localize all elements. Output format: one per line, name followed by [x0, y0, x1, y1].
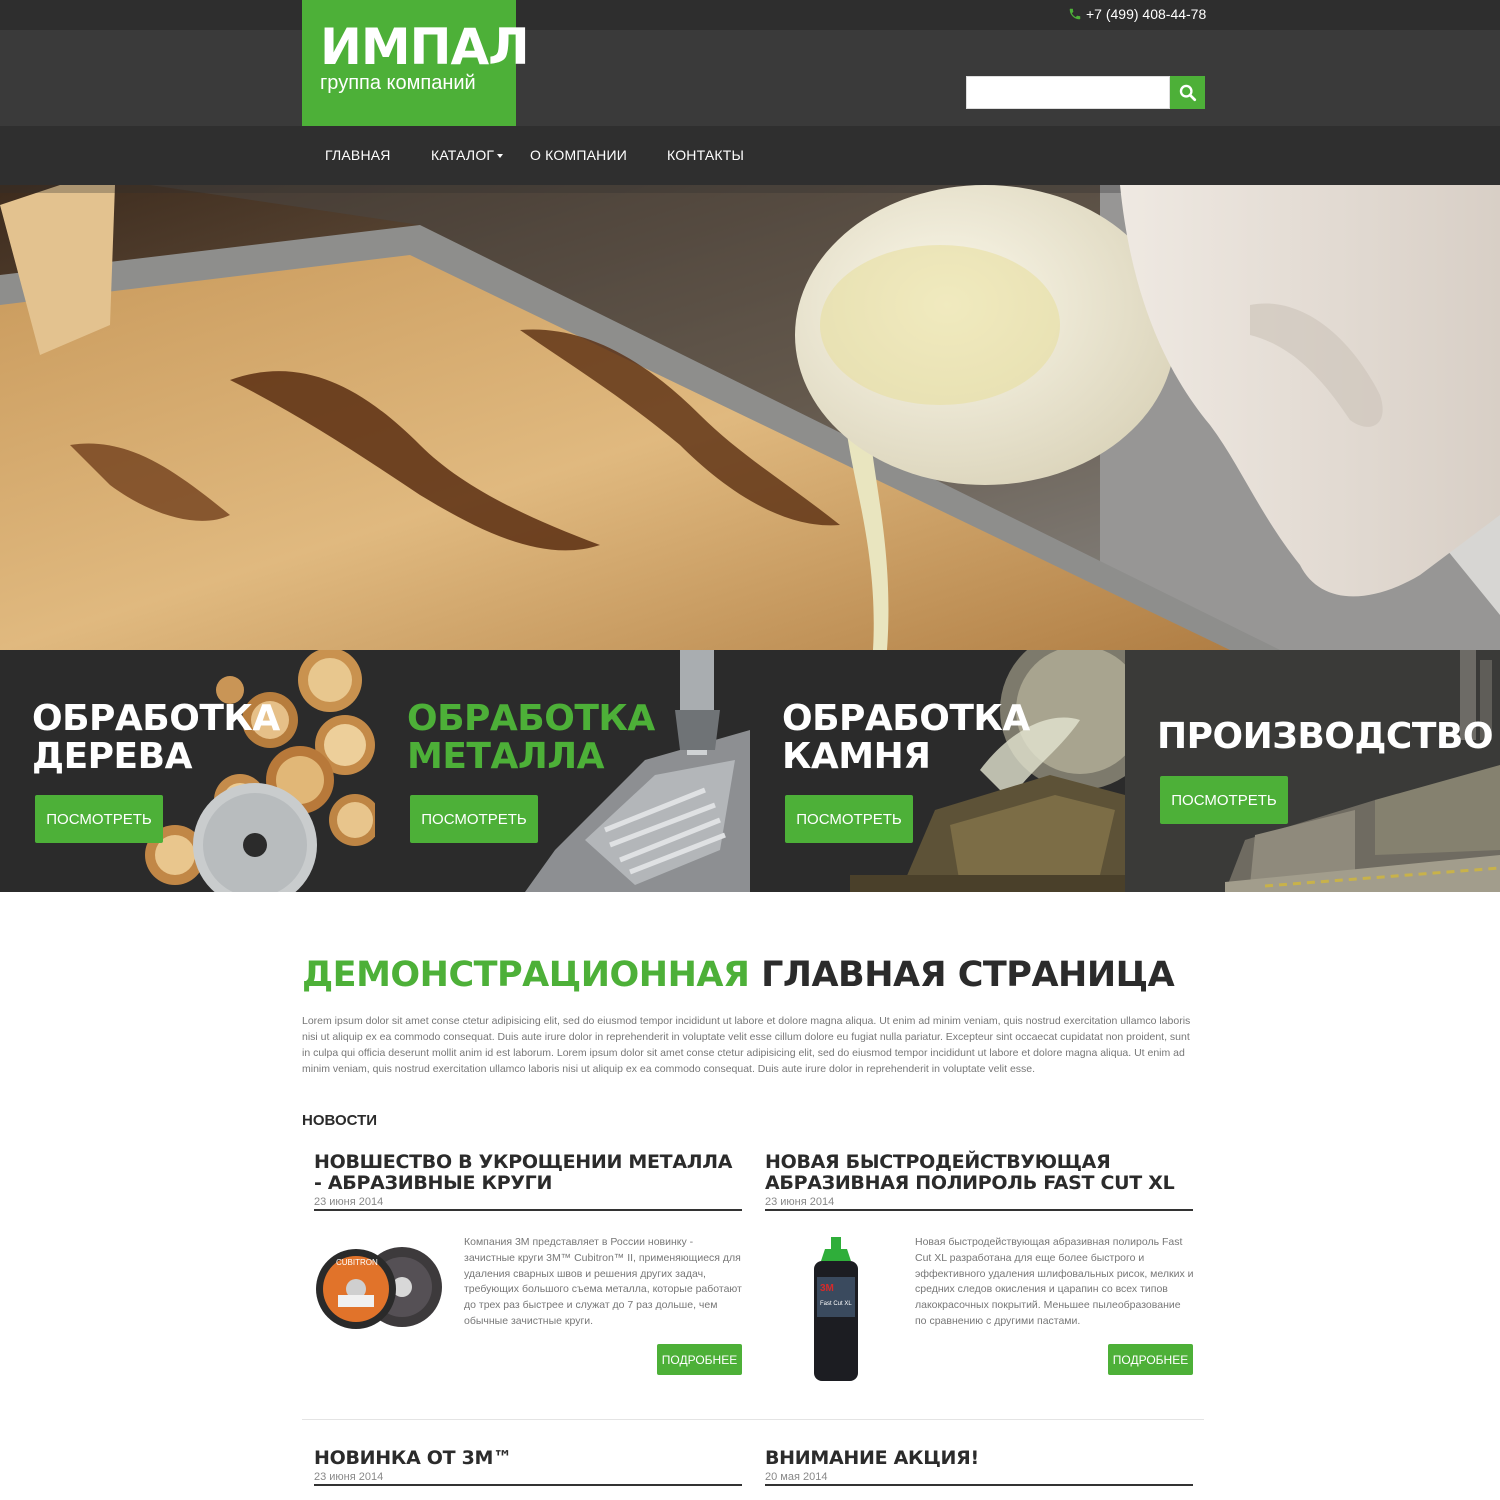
news-title[interactable]: НОВАЯ БЫСТРОДЕЙСТВУЮЩАЯ АБРАЗИВНАЯ ПОЛИР… — [765, 1152, 1193, 1194]
news-item: НОВИНКА ОТ 3M™ 23 июня 2014 — [314, 1448, 742, 1486]
news-text: Компания 3М представляет в России новинк… — [464, 1236, 742, 1327]
caret-down-icon — [497, 154, 504, 159]
top-strip: +7 (499) 408-44-78 — [0, 0, 1500, 30]
tile-stone[interactable]: ОБРАБОТКА КАМНЯ ПОСМОТРЕТЬ — [750, 650, 1125, 892]
news-item: НОВШЕСТВО В УКРОЩЕНИИ МЕТАЛЛА - АБРАЗИВН… — [314, 1152, 742, 1375]
tile-wood-title: ОБРАБОТКА ДЕРЕВА — [32, 700, 280, 776]
nav-item-home[interactable]: ГЛАВНАЯ — [325, 147, 391, 163]
tile-production-line1: ПРОИЗВОДСТВО — [1157, 716, 1493, 757]
tile-wood-line1: ОБРАБОТКА — [32, 698, 280, 739]
tile-stone-button[interactable]: ПОСМОТРЕТЬ — [785, 795, 913, 843]
news-divider — [314, 1209, 742, 1211]
news-item: ВНИМАНИЕ АКЦИЯ! 20 мая 2014 — [765, 1448, 1193, 1486]
search-icon — [1179, 84, 1196, 101]
news-more-button[interactable]: ПОДРОБНЕЕ — [1108, 1344, 1193, 1375]
phone-icon — [1069, 8, 1081, 20]
news-date: 23 июня 2014 — [765, 1196, 835, 1208]
logo[interactable]: ИМПАЛ группа компаний — [302, 0, 530, 126]
news-divider — [765, 1209, 1193, 1211]
header — [0, 30, 1500, 126]
news-item: НОВАЯ БЫСТРОДЕЙСТВУЮЩАЯ АБРАЗИВНАЯ ПОЛИР… — [765, 1152, 1194, 1381]
tile-production-title: ПРОИЗВОДСТВО — [1157, 718, 1493, 756]
news-title[interactable]: НОВИНКА ОТ 3M™ — [314, 1448, 742, 1469]
page-title-dark: ГЛАВНАЯ СТРАНИЦА — [761, 955, 1175, 995]
hero-image — [0, 185, 1500, 650]
news-more-button[interactable]: ПОДРОБНЕЕ — [657, 1344, 742, 1375]
news-section-label: НОВОСТИ — [302, 1112, 378, 1129]
disc-label: CUBITRON — [336, 1258, 378, 1267]
tile-metal-title: ОБРАБОТКА МЕТАЛЛА — [407, 700, 655, 776]
logo-title: ИМПАЛ — [320, 18, 530, 76]
nav-item-catalog-label: КАТАЛОГ — [431, 147, 495, 163]
tile-wood-button[interactable]: ПОСМОТРЕТЬ — [35, 795, 163, 843]
tile-stone-line2: КАМНЯ — [782, 736, 931, 777]
bottle-brand: 3M — [820, 1283, 834, 1294]
news-divider — [765, 1484, 1193, 1486]
news-divider — [314, 1484, 742, 1486]
nav-item-catalog[interactable]: КАТАЛОГ — [431, 147, 504, 163]
production-image — [1125, 650, 1500, 892]
abrasive-discs-image: CUBITRON — [316, 1247, 442, 1329]
search-form — [966, 76, 1205, 109]
tile-metal-button[interactable]: ПОСМОТРЕТЬ — [410, 795, 538, 843]
tile-metal-line2: МЕТАЛЛА — [407, 736, 604, 777]
tile-production-button[interactable]: ПОСМОТРЕТЬ — [1160, 776, 1288, 824]
hero-banner — [0, 185, 1500, 650]
news-title[interactable]: НОВШЕСТВО В УКРОЩЕНИИ МЕТАЛЛА - АБРАЗИВН… — [314, 1152, 742, 1194]
tile-metal-line1: ОБРАБОТКА — [407, 698, 655, 739]
news-date: 20 мая 2014 — [765, 1471, 828, 1483]
news-date: 23 июня 2014 — [314, 1471, 384, 1483]
header-phone[interactable]: +7 (499) 408-44-78 — [1068, 6, 1206, 22]
page-title-green: ДЕМОНСТРАЦИОННАЯ — [302, 955, 750, 995]
news-text: Новая быстродействующая абразивная полир… — [915, 1236, 1194, 1327]
polish-bottle-image: 3M Fast Cut XL — [814, 1237, 858, 1381]
tile-wood[interactable]: ОБРАБОТКА ДЕРЕВА ПОСМОТРЕТЬ — [0, 650, 375, 892]
news-date: 23 июня 2014 — [314, 1196, 384, 1208]
news-row-divider — [302, 1419, 1204, 1420]
tile-stone-title: ОБРАБОТКА КАМНЯ — [782, 700, 1030, 776]
bottle-label: Fast Cut XL — [820, 1301, 852, 1307]
nav-item-about[interactable]: О КОМПАНИИ — [530, 147, 627, 163]
main-nav: ГЛАВНАЯ КАТАЛОГ О КОМПАНИИ КОНТАКТЫ — [0, 126, 1500, 185]
page-title: ДЕМОНСТРАЦИОННАЯ ГЛАВНАЯ СТРАНИЦА — [302, 955, 1175, 995]
logo-subtitle: группа компаний — [320, 72, 476, 94]
tile-wood-line2: ДЕРЕВА — [32, 736, 192, 777]
phone-number: +7 (499) 408-44-78 — [1086, 6, 1207, 22]
intro-text: Lorem ipsum dolor sit amet conse ctetur … — [302, 1015, 1191, 1075]
search-button[interactable] — [1170, 76, 1205, 109]
tile-production[interactable]: ПРОИЗВОДСТВО ПОСМОТРЕТЬ — [1125, 650, 1500, 892]
search-input[interactable] — [966, 76, 1170, 109]
nav-item-contacts[interactable]: КОНТАКТЫ — [667, 147, 744, 163]
tile-stone-line1: ОБРАБОТКА — [782, 698, 1030, 739]
tile-metal[interactable]: ОБРАБОТКА МЕТАЛЛА ПОСМОТРЕТЬ — [375, 650, 750, 892]
category-tiles: ОБРАБОТКА ДЕРЕВА ПОСМОТРЕТЬ ОБРАБОТКА МЕ… — [0, 650, 1500, 892]
news-title[interactable]: ВНИМАНИЕ АКЦИЯ! — [765, 1448, 1193, 1469]
